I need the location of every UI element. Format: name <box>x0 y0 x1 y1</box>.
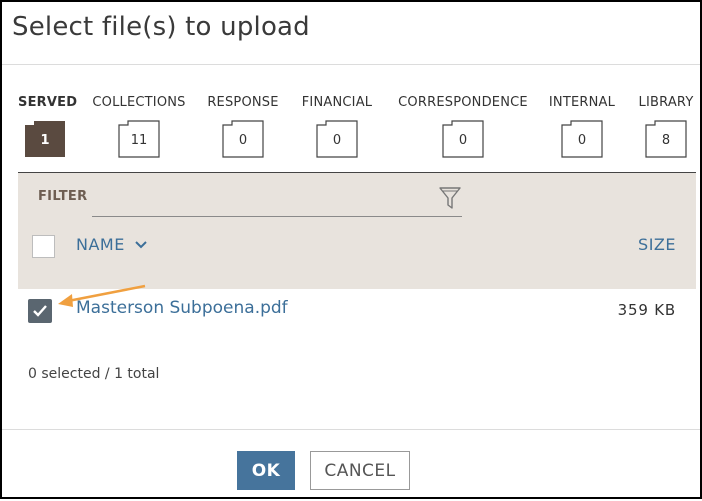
folder-icon: 8 <box>645 120 687 158</box>
folder-icon: 0 <box>316 120 358 158</box>
filter-label: FILTER <box>38 189 88 204</box>
filter-header-panel: FILTER NAME SIZE <box>18 173 696 289</box>
tab-library[interactable]: LIBRARY 8 <box>638 95 694 158</box>
tab-label: RESPONSE <box>207 95 279 110</box>
folder-icon: 0 <box>222 120 264 158</box>
folder-count: 0 <box>577 133 587 148</box>
tab-served[interactable]: SERVED 1 <box>18 95 78 158</box>
tab-financial[interactable]: FINANCIAL 0 <box>300 95 374 158</box>
checkmark-icon <box>33 305 47 317</box>
dialog-title: Select file(s) to upload <box>12 12 310 42</box>
folder-icon: 0 <box>442 120 484 158</box>
tab-label: INTERNAL <box>548 95 616 110</box>
footer-divider <box>2 429 700 430</box>
tab-response[interactable]: RESPONSE 0 <box>207 95 279 158</box>
folder-count: 8 <box>661 133 671 148</box>
folder-count: 0 <box>332 133 342 148</box>
funnel-icon[interactable] <box>438 185 462 211</box>
name-column-header[interactable]: NAME <box>76 235 125 254</box>
tab-label: FINANCIAL <box>301 95 373 110</box>
select-all-checkbox[interactable] <box>32 235 55 258</box>
folder-tabs: SERVED 1 COLLECTIONS 11 RESPONSE 0 FINAN… <box>2 95 702 165</box>
folder-count: 11 <box>130 133 148 148</box>
file-size: 359 KB <box>617 301 676 319</box>
cancel-button[interactable]: CANCEL <box>310 451 410 490</box>
folder-count: 0 <box>238 133 248 148</box>
tab-collections[interactable]: COLLECTIONS 11 <box>92 95 186 158</box>
size-column-header[interactable]: SIZE <box>638 235 676 254</box>
tab-label: CORRESPONDENCE <box>398 95 528 110</box>
tab-internal[interactable]: INTERNAL 0 <box>547 95 617 158</box>
file-name-link[interactable]: Masterson Subpoena.pdf <box>76 298 288 318</box>
chevron-down-icon[interactable] <box>133 237 149 253</box>
folder-count: 1 <box>40 133 50 148</box>
folder-icon: 11 <box>118 120 160 158</box>
ok-button[interactable]: OK <box>237 451 295 490</box>
table-row[interactable]: Masterson Subpoena.pdf 359 KB <box>18 289 696 331</box>
filter-input[interactable] <box>92 181 462 217</box>
row-checkbox[interactable] <box>28 299 52 323</box>
folder-count: 0 <box>458 133 468 148</box>
selection-count: 0 selected / 1 total <box>28 366 160 382</box>
tab-label: COLLECTIONS <box>92 95 186 110</box>
title-divider <box>2 64 700 65</box>
tab-correspondence[interactable]: CORRESPONDENCE 0 <box>398 95 528 158</box>
folder-icon: 0 <box>561 120 603 158</box>
upload-dialog: Select file(s) to upload SERVED 1 COLLEC… <box>0 0 702 499</box>
tab-label: LIBRARY <box>638 95 694 110</box>
folder-icon: 1 <box>24 120 66 158</box>
tab-label: SERVED <box>18 95 78 110</box>
